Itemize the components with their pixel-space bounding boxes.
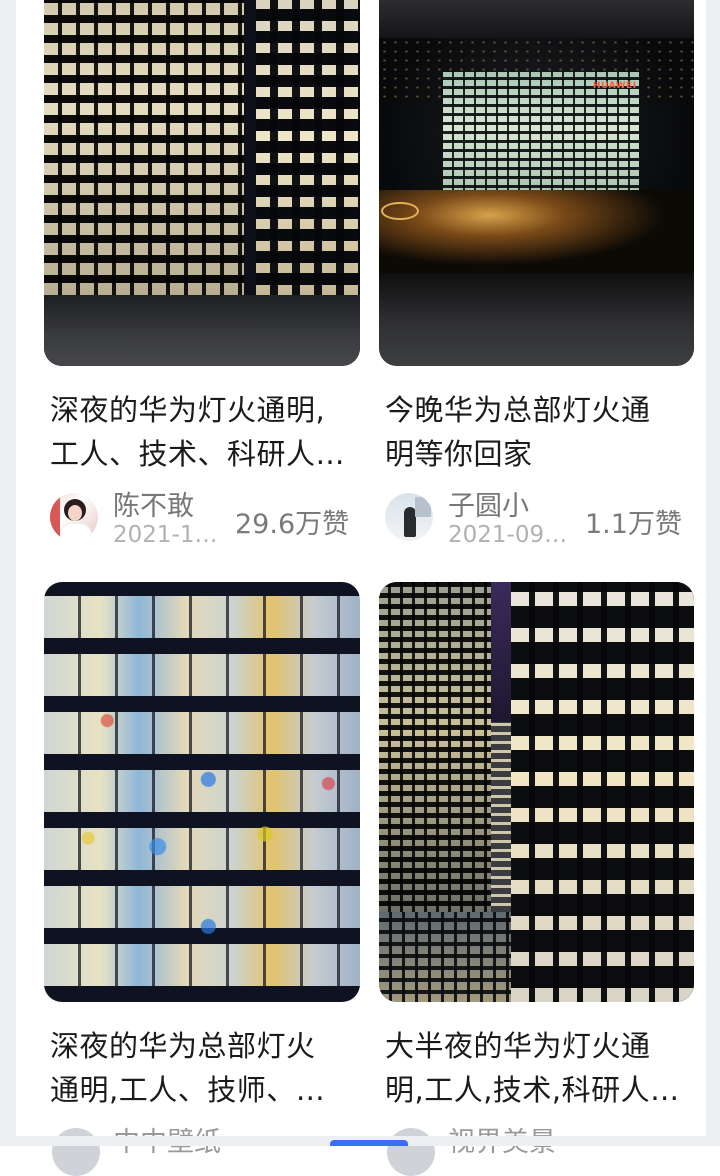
right-tower-image (256, 0, 360, 295)
card-2-title-line-2: 明等你回家 (385, 437, 533, 471)
office-color-accents (44, 582, 360, 1002)
image-bottom-shade (44, 295, 360, 366)
card-3-image[interactable] (44, 582, 360, 1002)
avatar-accent (50, 493, 60, 541)
card-2-likes[interactable]: 1.1万赞 (585, 502, 682, 541)
left-tower-image (379, 582, 491, 912)
tower-gap (244, 0, 256, 295)
card-1-image[interactable] (44, 0, 360, 366)
card-1-title-line-2: 工人、技术、科研人… (50, 437, 346, 471)
avatar-face (68, 505, 82, 521)
dusk-sky (491, 582, 511, 722)
card-2-avatar[interactable] (385, 493, 433, 541)
card-1-likes[interactable]: 29.6万赞 (235, 502, 349, 541)
card-1-avatar[interactable] (50, 493, 98, 541)
card-3-title-line-2: 通明,工人、技师、… (50, 1073, 326, 1107)
top-shade (379, 0, 694, 40)
card-4-title-line-2: 明,工人,技术,科研人… (385, 1073, 680, 1107)
right-gutter (706, 0, 720, 1146)
card-4-title[interactable]: 大半夜的华为灯火通 明,工人,技术,科研人… (385, 1024, 691, 1112)
card-2-image[interactable]: HUAWEI (379, 0, 694, 366)
card-1-title[interactable]: 深夜的华为灯火通明, 工人、技术、科研人… (50, 388, 356, 476)
avatar-body (60, 523, 92, 541)
ground-glow (379, 190, 694, 274)
lower-building (379, 912, 511, 1002)
card-4-title-line-1: 大半夜的华为灯火通 (385, 1029, 651, 1063)
card-2-date: 2021-09… (448, 522, 568, 548)
card-2-title[interactable]: 今晚华为总部灯火通 明等你回家 (385, 388, 691, 476)
hq-sign: HUAWEI (593, 81, 637, 91)
card-1-date: 2021-1… (113, 522, 218, 548)
mid-tower-image (491, 722, 511, 912)
avatar-bldg (415, 497, 431, 517)
round-plaza (381, 202, 419, 220)
card-3-title-line-1: 深夜的华为总部灯火 (50, 1029, 316, 1063)
card-4-image[interactable] (379, 582, 694, 1002)
bottom-home-indicator[interactable] (330, 1140, 408, 1146)
image-bottom-shade (379, 273, 694, 366)
card-1-author[interactable]: 陈不敢 (113, 484, 194, 523)
left-tower-image (44, 0, 244, 295)
card-2-title-line-1: 今晚华为总部灯火通 (385, 393, 651, 427)
card-3-title[interactable]: 深夜的华为总部灯火 通明,工人、技师、… (50, 1024, 356, 1112)
left-gutter (0, 0, 16, 1146)
right-tower-image (511, 582, 694, 1002)
card-1-title-line-1: 深夜的华为灯火通明, (50, 393, 326, 427)
card-2-author[interactable]: 子圆小 (448, 484, 529, 523)
